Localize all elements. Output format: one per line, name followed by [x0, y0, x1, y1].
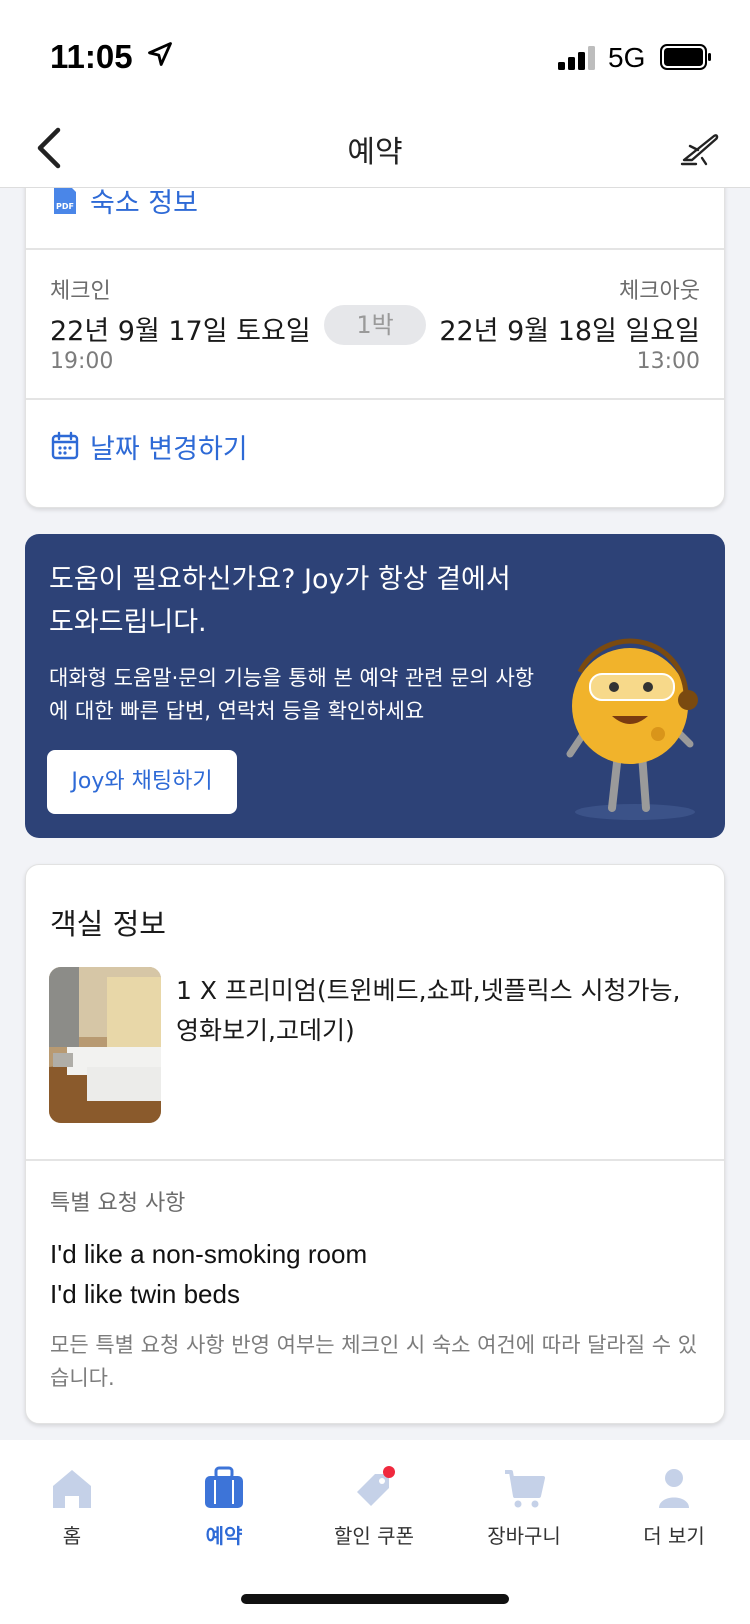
divider: [26, 1159, 724, 1161]
joy-mascot-illustration: [566, 638, 698, 820]
room-info-card: 객실 정보 1 X 프리미엄(트윈베드,쇼파,넷플릭스 시청가능,영화보기,고데…: [25, 864, 725, 1424]
status-bar: 11:05 5G: [0, 0, 750, 110]
checkout-date: 22년 9월 18일 일요일: [439, 316, 700, 347]
stay-info-card: PDF 숙소 정보 체크인 체크아웃 22년 9월 17일 토요일 1박 22년…: [25, 150, 725, 508]
divider: [26, 398, 724, 400]
change-date-label: 날짜 변경하기: [90, 433, 248, 465]
suitcase-icon: [205, 1466, 243, 1508]
nights-badge: 1박: [324, 305, 426, 345]
special-requests-note: 모든 특별 요청 사항 반영 여부는 체크인 시 숙소 여건에 따라 달라질 수…: [50, 1333, 698, 1390]
special-request-item: I'd like twin beds: [50, 1279, 240, 1309]
airplane-icon[interactable]: [676, 124, 722, 170]
checkin-date: 22년 9월 17일 토요일: [50, 316, 311, 347]
divider: [26, 248, 724, 250]
joy-title: 도움이 필요하신가요? Joy가 항상 곁에서 도와드립니다.: [49, 564, 511, 638]
person-icon: [659, 1469, 689, 1508]
pdf-icon: PDF: [54, 186, 76, 214]
signal-icon: [558, 46, 595, 70]
special-request-item: I'd like a non-smoking room: [50, 1239, 368, 1269]
joy-description: 대화형 도움말·문의 기능을 통해 본 예약 관련 문의 사항에 대한 빠른 답…: [49, 666, 535, 723]
tab-label: 홈: [62, 1524, 82, 1548]
tab-cart[interactable]: 장바구니: [464, 1466, 584, 1549]
checkin-time: 19:00: [50, 349, 114, 374]
tag-icon: [357, 1466, 395, 1506]
checkout-time: 13:00: [636, 349, 700, 374]
checkin-label: 체크인: [50, 279, 111, 304]
status-time: 11:05: [50, 38, 133, 75]
tab-bookings[interactable]: 예약: [164, 1466, 284, 1549]
room-name: 1 X 프리미엄(트윈베드,쇼파,넷플릭스 시청가능,영화보기,고데기): [176, 976, 681, 1045]
nav-header: 예약: [0, 110, 750, 188]
tab-label: 더 보기: [643, 1524, 705, 1548]
svg-text:PDF: PDF: [56, 202, 74, 211]
location-arrow-icon: [148, 42, 172, 66]
joy-chat-button[interactable]: Joy와 채팅하기: [47, 750, 237, 814]
special-requests-label: 특별 요청 사항: [50, 1191, 186, 1216]
change-date-button[interactable]: 날짜 변경하기: [50, 421, 248, 471]
tab-label: 예약: [205, 1524, 243, 1548]
tab-label: 할인 쿠폰: [334, 1524, 414, 1548]
tab-more[interactable]: 더 보기: [614, 1466, 734, 1549]
cart-icon: [505, 1470, 545, 1508]
tab-home[interactable]: 홈: [12, 1466, 132, 1549]
room-photo[interactable]: [49, 967, 161, 1123]
tab-label: 장바구니: [487, 1524, 561, 1548]
home-indicator: [241, 1594, 509, 1604]
home-icon: [53, 1470, 91, 1508]
checkout-label: 체크아웃: [619, 279, 700, 304]
calendar-icon: [51, 431, 79, 460]
network-type: 5G: [608, 42, 646, 73]
room-info-heading: 객실 정보: [50, 907, 166, 941]
joy-help-banner: 도움이 필요하신가요? Joy가 항상 곁에서 도와드립니다. 대화형 도움말·…: [25, 534, 725, 838]
battery-icon: [660, 44, 711, 70]
tab-coupons[interactable]: 할인 쿠폰: [314, 1466, 434, 1549]
page-title: 예약: [347, 135, 403, 170]
